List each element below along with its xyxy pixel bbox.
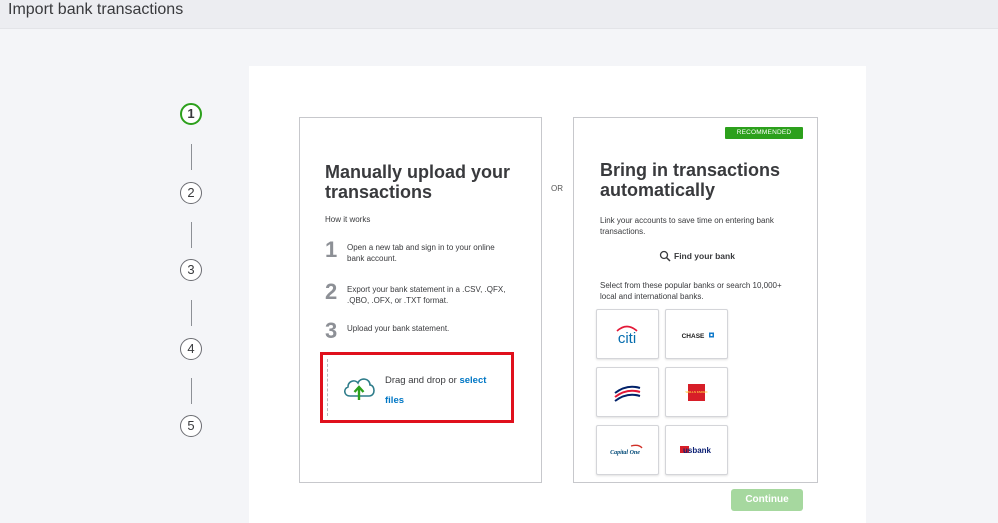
bank-of-america-logo-icon — [614, 385, 641, 402]
capital-one-logo-icon: Capital One — [610, 444, 643, 456]
step-connector — [191, 300, 192, 326]
step-3[interactable]: 3 — [180, 259, 202, 281]
step-connector — [191, 144, 192, 170]
page-title: Import bank transactions — [8, 1, 184, 18]
top-bar: Import bank transactions — [0, 0, 998, 29]
how-it-works-label: How it works — [325, 215, 371, 224]
automatic-title: Bring in transactions automatically — [600, 160, 780, 200]
manual-title-line1: Manually upload your — [325, 162, 511, 182]
automatic-connect-card: RECOMMENDED Bring in transactions automa… — [573, 117, 818, 483]
manual-upload-title: Manually upload your transactions — [325, 162, 510, 202]
instruction-number: 1 — [325, 237, 338, 262]
step-5[interactable]: 5 — [180, 415, 202, 437]
file-dropzone[interactable]: Drag and drop or select files — [320, 352, 514, 423]
wells-fargo-logo-icon: WELLS FARGO — [686, 384, 709, 401]
bank-tile-wells-fargo[interactable]: WELLS FARGO — [665, 367, 728, 417]
wells-fargo-label: WELLS FARGO — [686, 390, 709, 394]
citi-label: citi — [618, 330, 636, 347]
instruction-number: 2 — [325, 279, 338, 304]
step-4[interactable]: 4 — [180, 338, 202, 360]
instruction-text: Upload your bank statement. — [347, 324, 450, 333]
step-2[interactable]: 2 — [180, 182, 202, 204]
automatic-title-line1: Bring in transactions — [600, 160, 781, 180]
dropzone-label: Drag and drop or — [385, 375, 460, 386]
step-1[interactable]: 1 — [180, 103, 202, 125]
bank-tile-chase[interactable]: CHASE — [665, 309, 728, 359]
step-connector — [191, 222, 192, 248]
chase-label: CHASE — [682, 333, 705, 340]
dropzone-border — [327, 359, 329, 416]
bank-tile-citi[interactable]: citi — [596, 309, 659, 359]
find-bank-label: Find your bank — [674, 251, 735, 261]
manual-title-line2: transactions — [325, 182, 433, 202]
capital-one-label: Capital One — [610, 450, 640, 456]
instruction-text: Open a new tab and sign in to your onlin… — [347, 243, 495, 263]
automatic-description: Link your accounts to save time on enter… — [600, 216, 774, 236]
bank-tile-us-bank[interactable]: usbank — [665, 425, 728, 475]
manual-upload-card: Manually upload your transactions How it… — [299, 117, 542, 483]
chase-logo-icon: CHASE — [682, 332, 714, 340]
step-connector — [191, 378, 192, 404]
popular-banks-description: Select from these popular banks or searc… — [600, 281, 782, 301]
instruction-number: 3 — [325, 318, 338, 343]
search-icon — [659, 250, 671, 262]
us-bank-label: usbank — [683, 446, 712, 455]
find-bank-link[interactable]: Find your bank — [659, 250, 735, 262]
continue-button[interactable]: Continue — [731, 489, 803, 511]
instruction-text: Export your bank statement in a .CSV, .Q… — [347, 285, 506, 305]
or-divider-label: OR — [551, 184, 563, 193]
us-bank-logo-icon: usbank — [680, 446, 712, 455]
dropzone-text: Drag and drop or select files — [385, 371, 505, 411]
citi-logo-icon: citi — [616, 325, 638, 347]
recommended-badge: RECOMMENDED — [725, 127, 803, 139]
bank-tile-bank-of-america[interactable] — [596, 367, 659, 417]
automatic-title-line2: automatically — [600, 180, 716, 200]
bank-tile-capital-one[interactable]: Capital One — [596, 425, 659, 475]
cloud-upload-icon — [344, 378, 375, 400]
